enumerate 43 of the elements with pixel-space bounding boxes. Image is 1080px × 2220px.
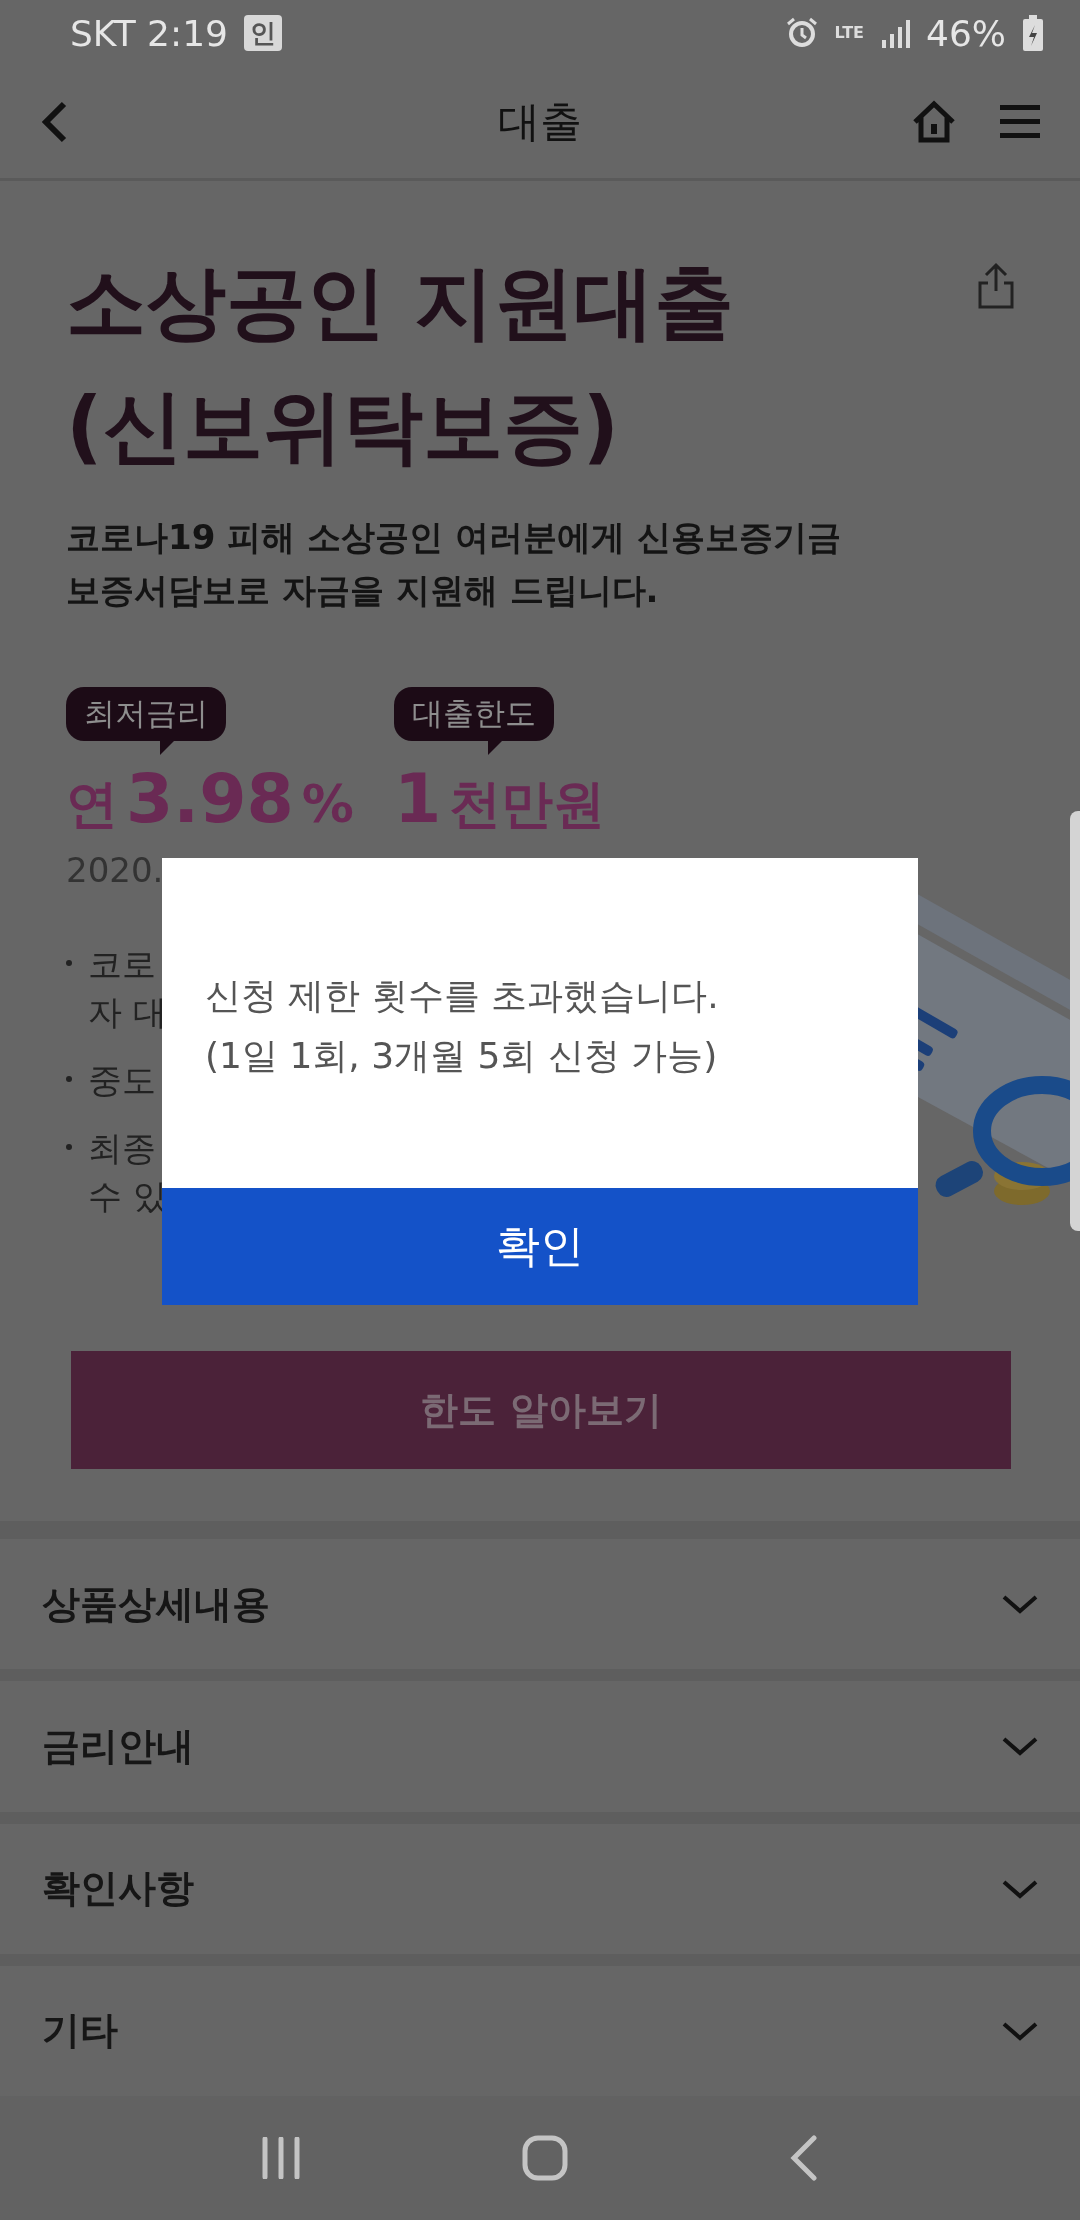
tag-pointer-icon	[160, 741, 174, 755]
confirm-button[interactable]: 확인	[162, 1188, 918, 1305]
accordion-item[interactable]: 기타	[0, 1965, 1080, 2096]
stat-unit: 천만원	[449, 773, 606, 836]
bullet-icon	[66, 1076, 72, 1082]
accordion-item[interactable]: 확인사항	[0, 1823, 1080, 1954]
stat-tag: 대출한도	[393, 687, 554, 741]
product-title: 소상공인 지원대출	[66, 255, 734, 351]
bullet-icon	[66, 1144, 72, 1150]
page-title: 대출	[498, 96, 582, 148]
menu-icon[interactable]	[1000, 105, 1040, 139]
back-icon[interactable]	[789, 2135, 820, 2181]
home-icon[interactable]	[912, 100, 956, 144]
note-text: 자 대	[88, 991, 167, 1034]
product-description: 코로나19 피해 소상공인 여러분에게 신용보증기금	[66, 516, 842, 559]
dialog-message: (1일 1회, 3개월 5회 신청 가능)	[205, 1034, 719, 1078]
alarm-icon	[784, 16, 819, 50]
battery-percent: 46%	[926, 12, 1006, 54]
note-text: 코로	[88, 943, 157, 986]
dialog-message: 신청 제한 횟수를 초과했습니다.	[205, 974, 720, 1018]
product-description: 보증서담보로 자금을 지원해 드립니다.	[66, 569, 660, 612]
carrier-time: SKT 2:19	[70, 12, 228, 54]
rate-prefix: 연	[66, 773, 118, 836]
network-type: LTE	[834, 25, 864, 41]
accordion-item[interactable]: 상품상세내용	[0, 1539, 1080, 1670]
share-icon[interactable]	[976, 261, 1016, 309]
recent-apps-icon[interactable]	[260, 2137, 301, 2179]
signal-icon	[880, 18, 910, 48]
tag-pointer-icon	[487, 741, 502, 755]
home-button-icon[interactable]	[522, 2135, 568, 2181]
note-text: 중도	[88, 1059, 156, 1102]
accordion-item[interactable]: 금리안내	[0, 1681, 1080, 1812]
stat-unit: %	[301, 774, 354, 834]
stat-value: 3.98	[126, 759, 294, 838]
stat-tag: 최저금리	[66, 687, 226, 741]
check-limit-button[interactable]: 한도 알아보기	[71, 1351, 1011, 1469]
note-text: 최종	[88, 1127, 157, 1170]
product-title: (신보위탁보증)	[66, 379, 620, 475]
notification-badge: 인	[243, 15, 282, 51]
bullet-icon	[66, 960, 72, 966]
edge-panel-handle[interactable]	[1070, 811, 1080, 1231]
battery-icon	[1022, 15, 1044, 51]
stat-value: 1	[393, 759, 442, 838]
